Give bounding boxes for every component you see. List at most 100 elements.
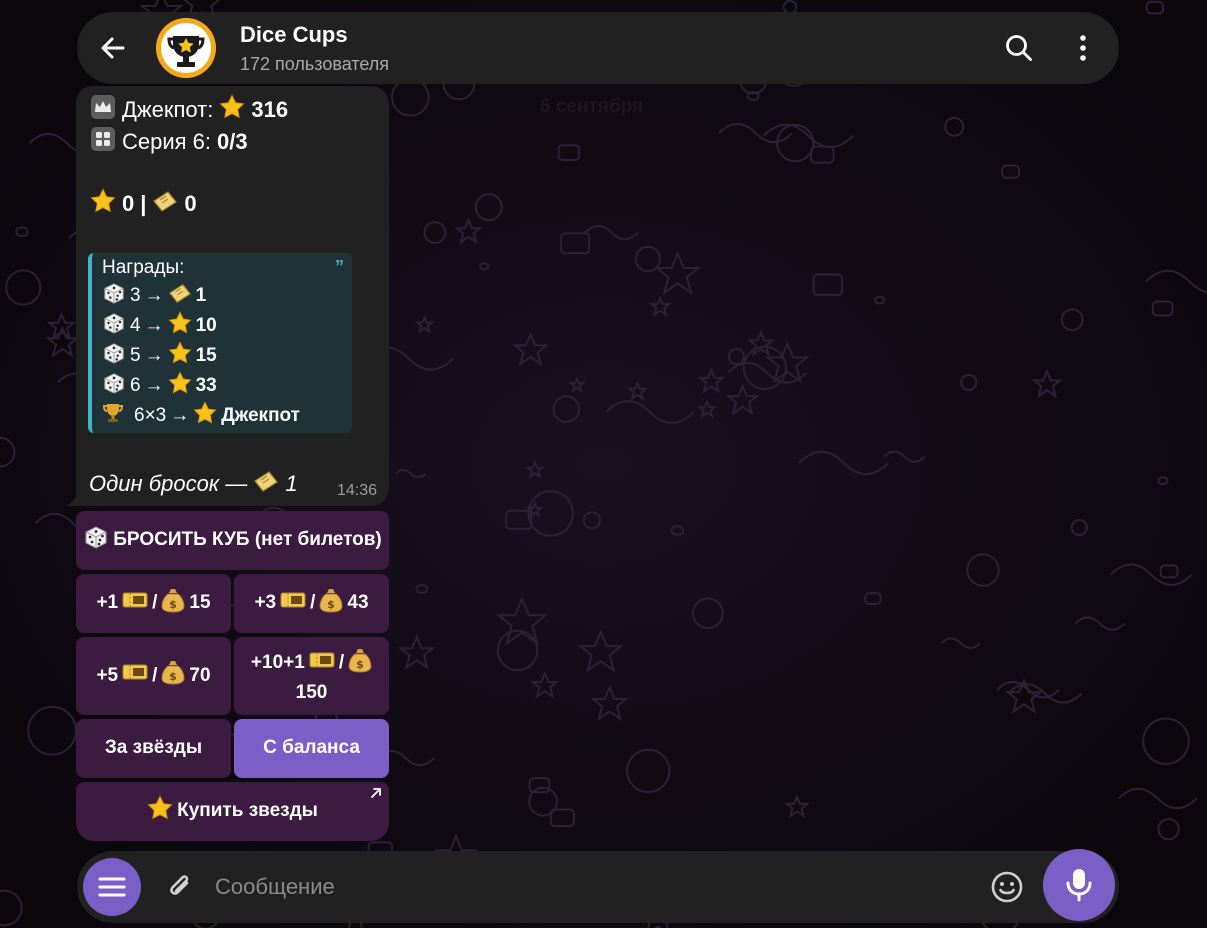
arrow: → bbox=[144, 375, 164, 396]
more-vertical-icon bbox=[1080, 35, 1086, 61]
pack-tickets: +5 bbox=[96, 664, 119, 686]
pay-balance-label: С баланса bbox=[263, 737, 360, 759]
reward-row: 5 → 15 bbox=[102, 341, 217, 371]
ticket-icon bbox=[168, 281, 192, 311]
pay-balance-button[interactable]: С баланса bbox=[234, 719, 389, 778]
chat-avatar[interactable] bbox=[156, 18, 216, 78]
pack-button-10[interactable]: +10+1 / $ 150 bbox=[234, 637, 389, 715]
date-separator: 6 сентября bbox=[540, 96, 644, 117]
attach-button[interactable] bbox=[157, 863, 205, 911]
menu-icon bbox=[98, 877, 126, 897]
pack-separator: / bbox=[338, 652, 345, 674]
dice-icon bbox=[102, 311, 126, 341]
reward-roll: 5 bbox=[130, 345, 141, 366]
arrow: → bbox=[144, 315, 164, 336]
chat-title[interactable]: Dice Cups bbox=[240, 22, 348, 48]
reward-row: 4 → 10 bbox=[102, 311, 217, 341]
star-icon bbox=[193, 401, 217, 431]
arrow: → bbox=[170, 405, 190, 426]
roll-cost-text: Один бросок — bbox=[89, 471, 248, 496]
reward-value: 1 bbox=[195, 285, 207, 306]
emoji-icon bbox=[991, 871, 1023, 903]
message-time: 14:36 bbox=[336, 482, 377, 499]
ticket-icon bbox=[152, 188, 178, 220]
reward-roll: 6 bbox=[130, 375, 141, 396]
external-link-icon bbox=[371, 788, 381, 798]
jackpot-line: Джекпот: 316 bbox=[90, 94, 288, 126]
pack-tickets: +1 bbox=[96, 592, 119, 614]
tickets-balance: 0 bbox=[184, 191, 197, 216]
money-bag-icon: $ bbox=[319, 587, 343, 621]
roll-cost-value: 1 bbox=[285, 471, 298, 496]
reward-roll: 3 bbox=[130, 285, 141, 306]
money-bag-icon: $ bbox=[348, 647, 372, 681]
stars-balance: 0 bbox=[122, 191, 135, 216]
search-button[interactable] bbox=[995, 24, 1043, 72]
star-icon bbox=[168, 341, 192, 371]
dice-icon bbox=[102, 281, 126, 311]
money-bag-icon: $ bbox=[161, 587, 185, 621]
series-value: 0/3 bbox=[217, 129, 248, 154]
pack-button-3[interactable]: +3 / $ 43 bbox=[234, 574, 389, 633]
ticket-icon bbox=[122, 591, 148, 617]
microphone-icon bbox=[1066, 869, 1092, 902]
rewards-title: Награды: bbox=[102, 257, 185, 278]
pack-tickets: +10+1 bbox=[250, 652, 305, 674]
jackpot-condition: 6×3 bbox=[134, 405, 167, 426]
jackpot-reward-value: Джекпот bbox=[221, 405, 300, 426]
bot-message: Джекпот: 316 Серия 6: 0/3 0 | 0 ” Наград… bbox=[76, 86, 389, 506]
voice-record-button[interactable] bbox=[1043, 849, 1115, 921]
jackpot-reward-row: 6×3 → Джекпот bbox=[102, 401, 300, 431]
ticket-icon bbox=[280, 591, 306, 617]
pay-stars-button[interactable]: За звёзды bbox=[76, 719, 231, 778]
svg-text:$: $ bbox=[170, 598, 178, 611]
pack-price: 150 bbox=[295, 681, 328, 703]
message-input[interactable] bbox=[215, 865, 965, 909]
pack-price: 70 bbox=[189, 664, 211, 686]
member-count: 172 пользователя bbox=[240, 54, 390, 74]
star-icon bbox=[90, 188, 116, 220]
paperclip-icon bbox=[170, 875, 189, 895]
pack-price: 43 bbox=[347, 592, 369, 614]
pack-separator: / bbox=[152, 592, 158, 614]
pay-stars-label: За звёзды bbox=[104, 737, 203, 759]
buy-stars-button[interactable]: Купить звезды bbox=[76, 782, 389, 841]
pack-button-5[interactable]: +5 / $ 70 bbox=[76, 637, 231, 715]
reward-row: 3 → 1 bbox=[102, 281, 206, 311]
trophy-logo bbox=[156, 18, 216, 78]
roll-cost-line: Один бросок — 1 bbox=[89, 468, 298, 500]
svg-text:$: $ bbox=[356, 658, 364, 671]
dice-icon bbox=[83, 524, 109, 558]
pack-tickets: +3 bbox=[254, 592, 277, 614]
arrow-left-icon bbox=[101, 37, 125, 59]
pack-separator: / bbox=[152, 664, 158, 686]
pack-price: 15 bbox=[189, 592, 211, 614]
ticket-icon bbox=[122, 663, 148, 689]
ticket-icon bbox=[253, 468, 279, 500]
svg-text:$: $ bbox=[170, 670, 178, 683]
crown-icon bbox=[90, 94, 116, 126]
dice-icon bbox=[102, 371, 126, 401]
pack-button-1[interactable]: +1 / $ 15 bbox=[76, 574, 231, 633]
emoji-button[interactable] bbox=[983, 863, 1031, 911]
star-icon bbox=[168, 371, 192, 401]
svg-text:$: $ bbox=[328, 598, 336, 611]
star-icon bbox=[168, 311, 192, 341]
more-button[interactable] bbox=[1059, 24, 1107, 72]
series-line: Серия 6: 0/3 bbox=[90, 126, 248, 158]
series-label: Серия 6: bbox=[122, 129, 212, 154]
balance-separator: | bbox=[140, 191, 147, 216]
reward-row: 6 → 33 bbox=[102, 371, 217, 401]
ticket-icon bbox=[309, 651, 335, 677]
search-icon bbox=[1006, 35, 1032, 61]
jackpot-label: Джекпот: bbox=[122, 97, 214, 122]
reward-value: 15 bbox=[195, 345, 217, 366]
balance-line: 0 | 0 bbox=[90, 188, 197, 220]
back-button[interactable] bbox=[89, 24, 137, 72]
bot-menu-button[interactable] bbox=[83, 858, 141, 916]
chat-header: Dice Cups 172 пользователя bbox=[77, 12, 1119, 84]
quote-icon: ” bbox=[335, 257, 344, 277]
roll-dice-label: БРОСИТЬ КУБ (нет билетов) bbox=[113, 529, 382, 551]
roll-dice-button[interactable]: БРОСИТЬ КУБ (нет билетов) bbox=[76, 511, 389, 570]
reward-roll: 4 bbox=[130, 315, 141, 336]
